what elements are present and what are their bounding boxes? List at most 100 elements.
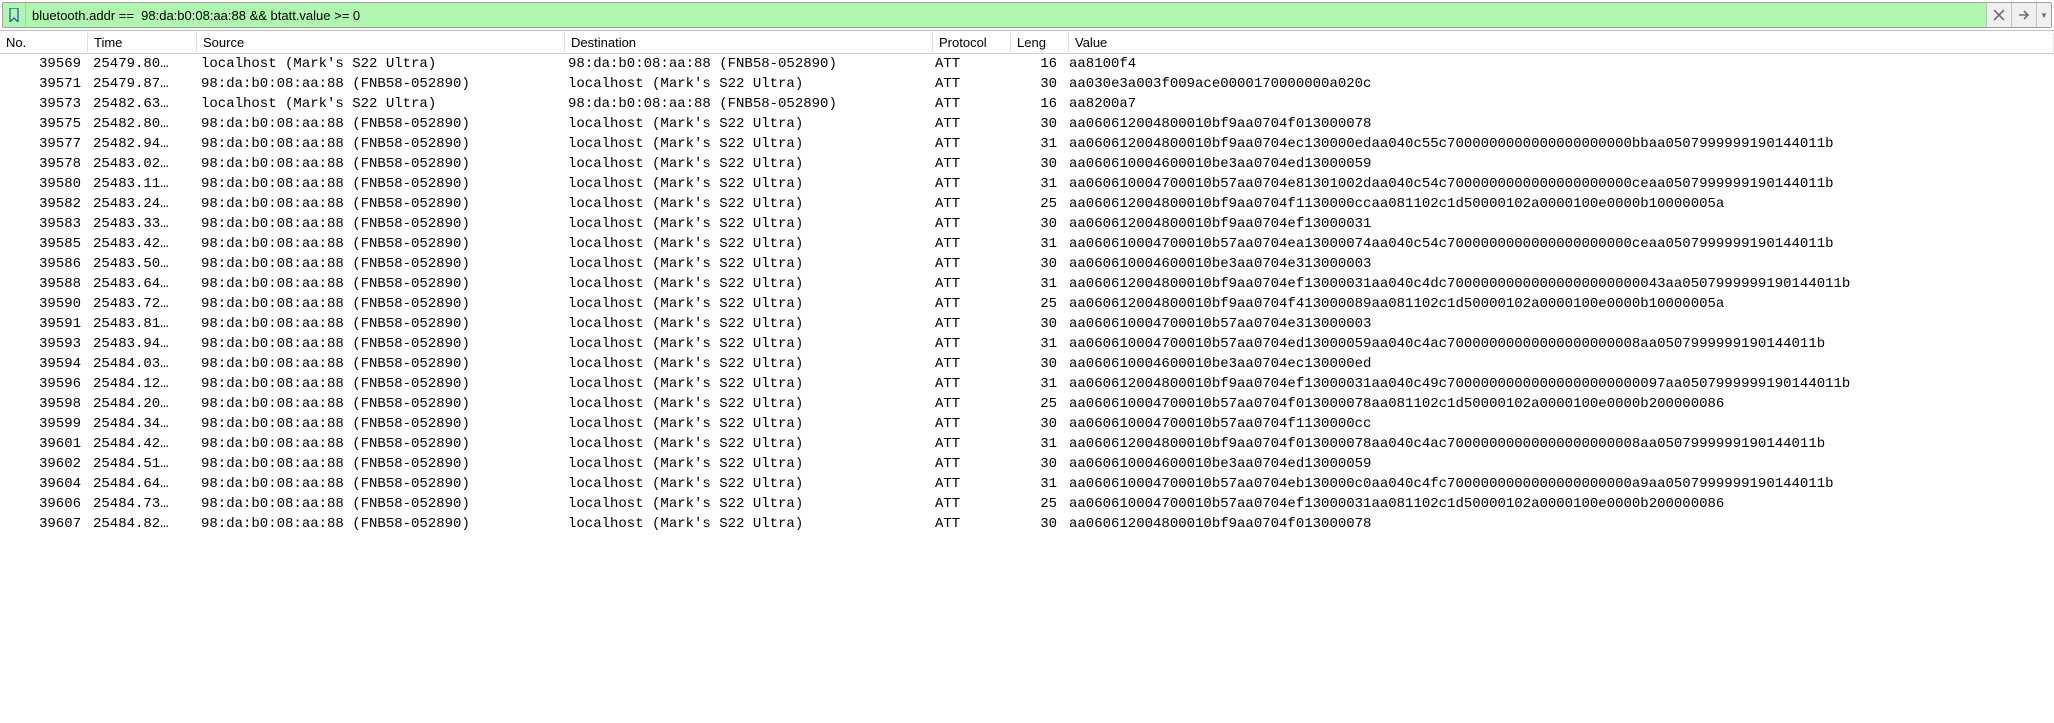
packet-row[interactable]: 3960625484.73…98:da:b0:08:aa:88 (FNB58-0…	[0, 494, 2054, 514]
packet-row[interactable]: 3959325483.94…98:da:b0:08:aa:88 (FNB58-0…	[0, 334, 2054, 354]
packet-row[interactable]: 3957825483.02…98:da:b0:08:aa:88 (FNB58-0…	[0, 154, 2054, 174]
packet-row[interactable]: 3960125484.42…98:da:b0:08:aa:88 (FNB58-0…	[0, 434, 2054, 454]
cell-no: 39591	[0, 316, 87, 332]
packet-row[interactable]: 3957525482.80…98:da:b0:08:aa:88 (FNB58-0…	[0, 114, 2054, 134]
cell-source: 98:da:b0:08:aa:88 (FNB58-052890)	[195, 176, 562, 192]
cell-value: aa060610004600010be3aa0704ed13000059	[1063, 156, 2054, 172]
cell-no: 39588	[0, 276, 87, 292]
cell-length: 31	[1006, 276, 1063, 292]
display-filter-input[interactable]	[26, 3, 1986, 27]
col-header-no[interactable]: No.	[0, 33, 88, 52]
cell-value: aa060612004800010bf9aa0704ef13000031	[1063, 216, 2054, 232]
packet-row[interactable]: 3958825483.64…98:da:b0:08:aa:88 (FNB58-0…	[0, 274, 2054, 294]
cell-no: 39604	[0, 476, 87, 492]
packet-row[interactable]: 3958025483.11…98:da:b0:08:aa:88 (FNB58-0…	[0, 174, 2054, 194]
chevron-down-icon: ▼	[2040, 11, 2048, 20]
cell-time: 25482.80…	[87, 116, 195, 132]
packet-row[interactable]: 3960425484.64…98:da:b0:08:aa:88 (FNB58-0…	[0, 474, 2054, 494]
cell-value: aa060610004700010b57aa0704f013000078aa08…	[1063, 396, 2054, 412]
cell-length: 30	[1006, 156, 1063, 172]
col-header-length[interactable]: Leng	[1011, 33, 1069, 52]
cell-length: 30	[1006, 416, 1063, 432]
cell-length: 31	[1006, 436, 1063, 452]
cell-value: aa060610004700010b57aa0704ed13000059aa04…	[1063, 336, 2054, 352]
cell-protocol: ATT	[929, 216, 1006, 232]
cell-source: 98:da:b0:08:aa:88 (FNB58-052890)	[195, 336, 562, 352]
cell-value: aa060612004800010bf9aa0704f1130000ccaa08…	[1063, 196, 2054, 212]
cell-destination: localhost (Mark's S22 Ultra)	[562, 296, 929, 312]
packet-row[interactable]: 3959125483.81…98:da:b0:08:aa:88 (FNB58-0…	[0, 314, 2054, 334]
cell-no: 39575	[0, 116, 87, 132]
cell-destination: localhost (Mark's S22 Ultra)	[562, 356, 929, 372]
cell-length: 25	[1006, 196, 1063, 212]
filter-history-dropdown[interactable]: ▼	[2036, 3, 2051, 27]
cell-time: 25483.11…	[87, 176, 195, 192]
packet-row[interactable]: 3958325483.33…98:da:b0:08:aa:88 (FNB58-0…	[0, 214, 2054, 234]
packet-row[interactable]: 3958225483.24…98:da:b0:08:aa:88 (FNB58-0…	[0, 194, 2054, 214]
packet-row[interactable]: 3957325482.63…localhost (Mark's S22 Ultr…	[0, 94, 2054, 114]
cell-source: 98:da:b0:08:aa:88 (FNB58-052890)	[195, 456, 562, 472]
packet-row[interactable]: 3957725482.94…98:da:b0:08:aa:88 (FNB58-0…	[0, 134, 2054, 154]
cell-destination: localhost (Mark's S22 Ultra)	[562, 116, 929, 132]
packet-row[interactable]: 3956925479.80…localhost (Mark's S22 Ultr…	[0, 54, 2054, 74]
packet-row[interactable]: 3960725484.82…98:da:b0:08:aa:88 (FNB58-0…	[0, 514, 2054, 534]
cell-protocol: ATT	[929, 336, 1006, 352]
cell-value: aa060610004600010be3aa0704ec130000ed	[1063, 356, 2054, 372]
col-header-source[interactable]: Source	[197, 33, 565, 52]
cell-length: 31	[1006, 476, 1063, 492]
cell-no: 39577	[0, 136, 87, 152]
filter-apply-button[interactable]	[2011, 3, 2036, 27]
cell-value: aa060612004800010bf9aa0704ec130000edaa04…	[1063, 136, 2054, 152]
col-header-destination[interactable]: Destination	[565, 33, 933, 52]
cell-no: 39599	[0, 416, 87, 432]
packet-row[interactable]: 3959025483.72…98:da:b0:08:aa:88 (FNB58-0…	[0, 294, 2054, 314]
cell-destination: localhost (Mark's S22 Ultra)	[562, 76, 929, 92]
cell-length: 25	[1006, 496, 1063, 512]
cell-length: 31	[1006, 136, 1063, 152]
cell-destination: localhost (Mark's S22 Ultra)	[562, 316, 929, 332]
cell-time: 25483.50…	[87, 256, 195, 272]
packet-row[interactable]: 3958525483.42…98:da:b0:08:aa:88 (FNB58-0…	[0, 234, 2054, 254]
filter-bookmark-button[interactable]	[3, 3, 26, 27]
cell-protocol: ATT	[929, 296, 1006, 312]
cell-length: 30	[1006, 316, 1063, 332]
packet-row[interactable]: 3958625483.50…98:da:b0:08:aa:88 (FNB58-0…	[0, 254, 2054, 274]
col-header-time[interactable]: Time	[88, 33, 197, 52]
packet-row[interactable]: 3957125479.87…98:da:b0:08:aa:88 (FNB58-0…	[0, 74, 2054, 94]
col-header-value[interactable]: Value	[1069, 33, 2054, 52]
packet-row[interactable]: 3959425484.03…98:da:b0:08:aa:88 (FNB58-0…	[0, 354, 2054, 374]
packet-row[interactable]: 3959625484.12…98:da:b0:08:aa:88 (FNB58-0…	[0, 374, 2054, 394]
cell-time: 25484.73…	[87, 496, 195, 512]
cell-source: 98:da:b0:08:aa:88 (FNB58-052890)	[195, 316, 562, 332]
cell-value: aa060610004600010be3aa0704e313000003	[1063, 256, 2054, 272]
cell-no: 39580	[0, 176, 87, 192]
cell-destination: localhost (Mark's S22 Ultra)	[562, 216, 929, 232]
col-header-protocol[interactable]: Protocol	[933, 33, 1011, 52]
cell-source: 98:da:b0:08:aa:88 (FNB58-052890)	[195, 516, 562, 532]
packet-row[interactable]: 3959925484.34…98:da:b0:08:aa:88 (FNB58-0…	[0, 414, 2054, 434]
cell-protocol: ATT	[929, 156, 1006, 172]
packet-row[interactable]: 3959825484.20…98:da:b0:08:aa:88 (FNB58-0…	[0, 394, 2054, 414]
cell-value: aa060610004700010b57aa0704ea13000074aa04…	[1063, 236, 2054, 252]
packet-list-body[interactable]: 3956925479.80…localhost (Mark's S22 Ultr…	[0, 54, 2054, 534]
cell-time: 25483.24…	[87, 196, 195, 212]
cell-length: 31	[1006, 176, 1063, 192]
cell-protocol: ATT	[929, 76, 1006, 92]
cell-no: 39596	[0, 376, 87, 392]
cell-destination: 98:da:b0:08:aa:88 (FNB58-052890)	[562, 56, 929, 72]
cell-length: 30	[1006, 256, 1063, 272]
cell-value: aa060612004800010bf9aa0704ef13000031aa04…	[1063, 376, 2054, 392]
cell-length: 25	[1006, 396, 1063, 412]
cell-no: 39582	[0, 196, 87, 212]
cell-protocol: ATT	[929, 456, 1006, 472]
filter-clear-button[interactable]	[1986, 3, 2011, 27]
cell-time: 25484.20…	[87, 396, 195, 412]
cell-no: 39601	[0, 436, 87, 452]
cell-source: 98:da:b0:08:aa:88 (FNB58-052890)	[195, 196, 562, 212]
cell-protocol: ATT	[929, 356, 1006, 372]
bookmark-icon	[8, 8, 20, 22]
packet-row[interactable]: 3960225484.51…98:da:b0:08:aa:88 (FNB58-0…	[0, 454, 2054, 474]
cell-destination: localhost (Mark's S22 Ultra)	[562, 176, 929, 192]
cell-destination: localhost (Mark's S22 Ultra)	[562, 136, 929, 152]
cell-protocol: ATT	[929, 196, 1006, 212]
